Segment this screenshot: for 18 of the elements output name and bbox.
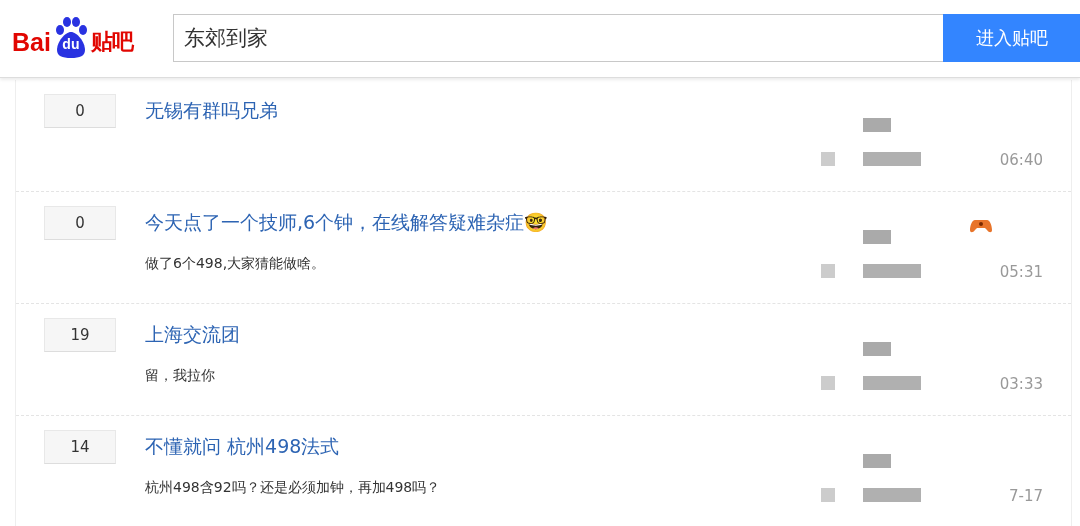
reply-count: 19 — [44, 318, 116, 352]
reply-count: 0 — [44, 206, 116, 240]
thread-abstract: 杭州498含92吗？还是必须加钟，再加498吗？ — [145, 478, 441, 497]
thread-title-link[interactable]: 今天点了一个技师,6个钟，在线解答疑难杂症🤓 — [145, 209, 549, 235]
reply-count: 0 — [44, 94, 116, 128]
thread-abstract: 留，我拉你 — [145, 366, 215, 385]
thread-title-link[interactable]: 不懂就问 杭州498法式 — [145, 433, 340, 459]
enter-forum-button[interactable]: 进入贴吧 — [943, 14, 1080, 62]
thread-title-link[interactable]: 无锡有群吗兄弟 — [145, 97, 278, 123]
post-time: 05:31 — [999, 263, 1043, 281]
baidu-tieba-logo[interactable]: Bai du 贴吧 — [12, 14, 162, 62]
thread-title-link[interactable]: 上海交流团 — [145, 321, 240, 347]
reply-count: 14 — [44, 430, 116, 464]
post-time: 7-17 — [1008, 487, 1043, 505]
post-time: 06:40 — [999, 151, 1043, 169]
search-field[interactable]: 东郊到家 — [173, 14, 943, 62]
post-time: 03:33 — [999, 375, 1043, 393]
thread-abstract: 做了6个498,大家猜能做啥。 — [145, 254, 326, 273]
